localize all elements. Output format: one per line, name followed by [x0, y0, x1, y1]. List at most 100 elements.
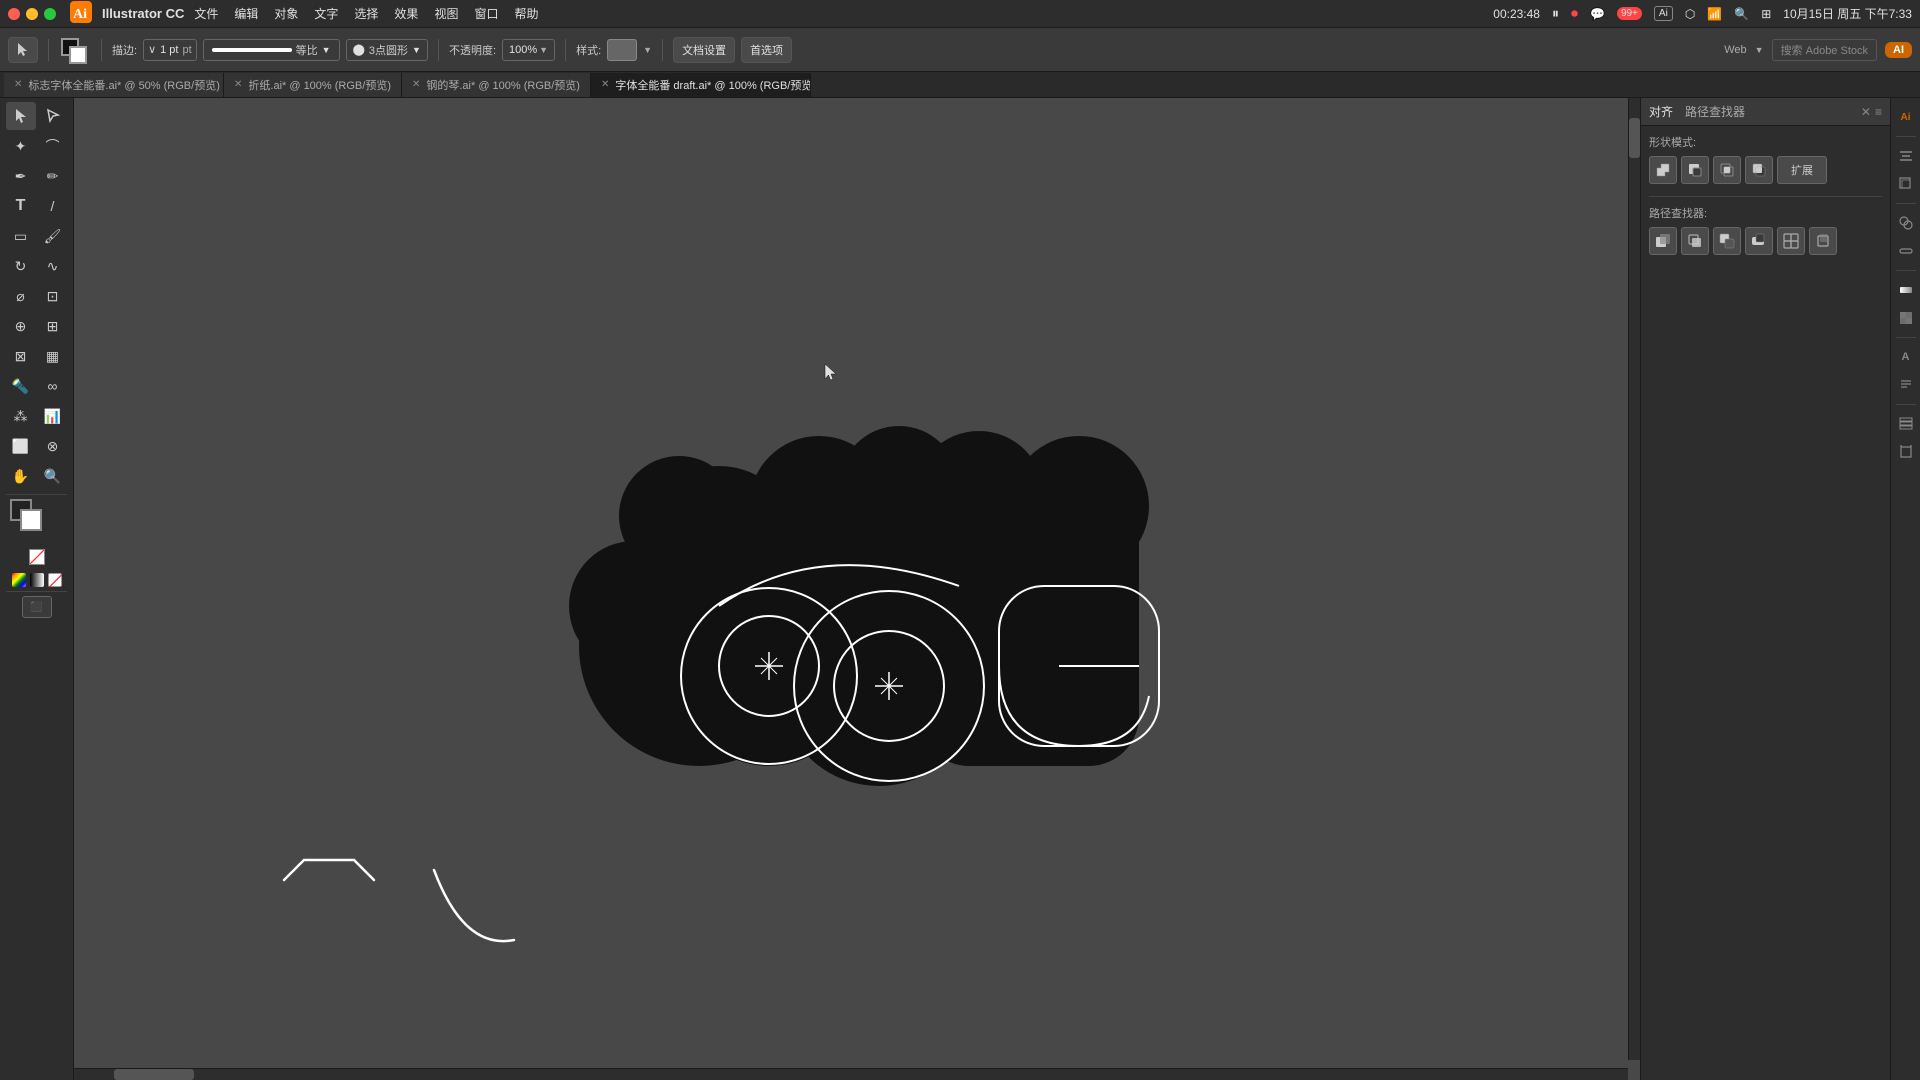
tab-close-2[interactable]: ✕ [412, 79, 420, 90]
tab-0[interactable]: ✕ 标志字体全能番.ai* @ 50% (RGB/预览) [4, 73, 224, 97]
mesh-tool[interactable]: ⊠ [6, 342, 36, 370]
gradient-btn[interactable] [30, 573, 44, 587]
preferences-btn[interactable]: 首选项 [741, 37, 792, 63]
paintbrush-tool[interactable]: 🖌 [38, 222, 68, 250]
rs-transform-icon[interactable] [1895, 173, 1917, 195]
vertical-scrollbar[interactable] [1628, 98, 1640, 1060]
search-field[interactable]: 搜索 Adobe Stock [1772, 39, 1877, 61]
pathfinder-crop-btn[interactable] [1809, 227, 1837, 255]
pathfinder-more-btn[interactable] [1777, 227, 1805, 255]
panel-tab-align[interactable]: 对齐 [1649, 103, 1673, 120]
stroke-cap-selector[interactable]: ⬤ 3点圆形 ▼ [346, 39, 428, 61]
rectangle-tool[interactable]: ▭ [6, 222, 36, 250]
minus-front-btn[interactable] [1681, 156, 1709, 184]
tab-close-3[interactable]: ✕ [601, 79, 609, 90]
magic-wand-tool[interactable]: ✦ [6, 132, 36, 160]
rotate-tool[interactable]: ↻ [6, 252, 36, 280]
search-icon[interactable]: 🔍 [1734, 7, 1749, 21]
panel-close-btn[interactable]: ✕ [1861, 105, 1871, 119]
artboard-tool[interactable]: ⬜ [6, 432, 36, 460]
menu-bar[interactable]: 文件 编辑 对象 文字 选择 效果 视图 窗口 帮助 [194, 5, 538, 22]
stroke-style-selector[interactable]: 等比 ▼ [203, 39, 340, 61]
stock-search-btn[interactable]: AI [1885, 42, 1912, 58]
warp-tool[interactable]: ⌀ [6, 282, 36, 310]
intersect-btn[interactable] [1713, 156, 1741, 184]
pencil-tool[interactable]: ✏ [38, 162, 68, 190]
symbol-sprayer-tool[interactable]: ⁂ [6, 402, 36, 430]
scrollbar-thumb-h[interactable] [114, 1069, 194, 1080]
selection-tool-btn[interactable] [8, 37, 38, 63]
rs-para-style-icon[interactable] [1895, 374, 1917, 396]
tab-close-1[interactable]: ✕ [234, 79, 242, 90]
expand-btn[interactable]: 扩展 [1777, 156, 1827, 184]
zoom-tool[interactable]: 🔍 [38, 462, 68, 490]
minimize-button[interactable] [26, 8, 38, 20]
screen-mode-btn[interactable]: ⬛ [22, 596, 52, 618]
smooth-tool[interactable]: ∿ [38, 252, 68, 280]
none-btn[interactable] [48, 573, 62, 587]
eyedropper-tool[interactable]: 🔦 [6, 372, 36, 400]
menu-edit[interactable]: 编辑 [234, 5, 258, 22]
pathfinder-add-btn[interactable] [1649, 227, 1677, 255]
menu-file[interactable]: 文件 [194, 5, 218, 22]
menu-select[interactable]: 选择 [354, 5, 378, 22]
canvas-area[interactable] [74, 98, 1640, 1080]
column-graph-tool[interactable]: 📊 [38, 402, 68, 430]
menu-effect[interactable]: 效果 [394, 5, 418, 22]
pathfinder-exclude-btn[interactable] [1713, 227, 1741, 255]
panel-menu-btn[interactable]: ≡ [1875, 105, 1882, 119]
tab-label-2: 钢的琴.ai* @ 100% (RGB/预览) [426, 77, 580, 93]
type-tool[interactable]: T [6, 192, 36, 220]
tab-3[interactable]: ✕ 字体全能番 draft.ai* @ 100% (RGB/预览) [591, 73, 811, 97]
gradient-tool[interactable]: ▦ [38, 342, 68, 370]
rs-artboard-icon[interactable] [1895, 441, 1917, 463]
rs-icon-1[interactable]: Ai [1895, 106, 1917, 128]
menu-view[interactable]: 视图 [434, 5, 458, 22]
tab-2[interactable]: ✕ 钢的琴.ai* @ 100% (RGB/预览) [402, 73, 591, 97]
tab-close-0[interactable]: ✕ [14, 79, 22, 90]
menu-object[interactable]: 对象 [274, 5, 298, 22]
selection-tool[interactable] [6, 102, 36, 130]
rs-char-style-icon[interactable]: A [1895, 346, 1917, 368]
style-swatch[interactable] [607, 39, 637, 61]
stroke-swatch[interactable] [69, 46, 87, 64]
perspective-tool[interactable]: ⊞ [38, 312, 68, 340]
rs-pathfinder-icon[interactable] [1895, 212, 1917, 234]
direct-selection-tool[interactable] [38, 102, 68, 130]
scrollbar-thumb-v[interactable] [1629, 118, 1640, 158]
opacity-field[interactable]: 100% ▼ [502, 39, 555, 61]
tool-row-10: 🔦 ∞ [2, 372, 71, 400]
stroke-width-field[interactable]: ∨ 1 pt pt [143, 39, 197, 61]
pen-tool[interactable]: ✒ [6, 162, 36, 190]
blend-tool[interactable]: ∞ [38, 372, 68, 400]
menu-window[interactable]: 窗口 [474, 5, 498, 22]
pathfinder-subtract-btn[interactable] [1745, 227, 1773, 255]
menu-text[interactable]: 文字 [314, 5, 338, 22]
pathfinder-intersect-btn[interactable] [1681, 227, 1709, 255]
rs-transparency-icon[interactable] [1895, 307, 1917, 329]
shape-builder-tool[interactable]: ⊕ [6, 312, 36, 340]
line-segment-tool[interactable]: / [38, 192, 68, 220]
control-center-icon[interactable]: ⊞ [1761, 7, 1771, 21]
hand-tool[interactable]: ✋ [6, 462, 36, 490]
tab-1[interactable]: ✕ 折纸.ai* @ 100% (RGB/预览) [224, 73, 402, 97]
tool-row-2: ✦ ⌒ [2, 132, 71, 160]
close-button[interactable] [8, 8, 20, 20]
menu-help[interactable]: 帮助 [514, 5, 538, 22]
rs-align-icon[interactable] [1895, 145, 1917, 167]
rs-gradient-icon[interactable] [1895, 279, 1917, 301]
panel-tab-pathfinder[interactable]: 路径查找器 [1685, 103, 1745, 120]
fullscreen-button[interactable] [44, 8, 56, 20]
exclude-btn[interactable] [1745, 156, 1773, 184]
background-color[interactable] [20, 509, 42, 531]
doc-settings-btn[interactable]: 文档设置 [673, 37, 735, 63]
rs-stroke-icon[interactable] [1895, 240, 1917, 262]
color-mode-btn[interactable] [12, 573, 26, 587]
unite-btn[interactable] [1649, 156, 1677, 184]
none-fill[interactable] [29, 549, 45, 565]
lasso-tool[interactable]: ⌒ [38, 132, 68, 160]
free-transform-tool[interactable]: ⊡ [38, 282, 68, 310]
horizontal-scrollbar[interactable] [74, 1068, 1628, 1080]
rs-layers-icon[interactable] [1895, 413, 1917, 435]
slice-tool[interactable]: ⊗ [38, 432, 68, 460]
